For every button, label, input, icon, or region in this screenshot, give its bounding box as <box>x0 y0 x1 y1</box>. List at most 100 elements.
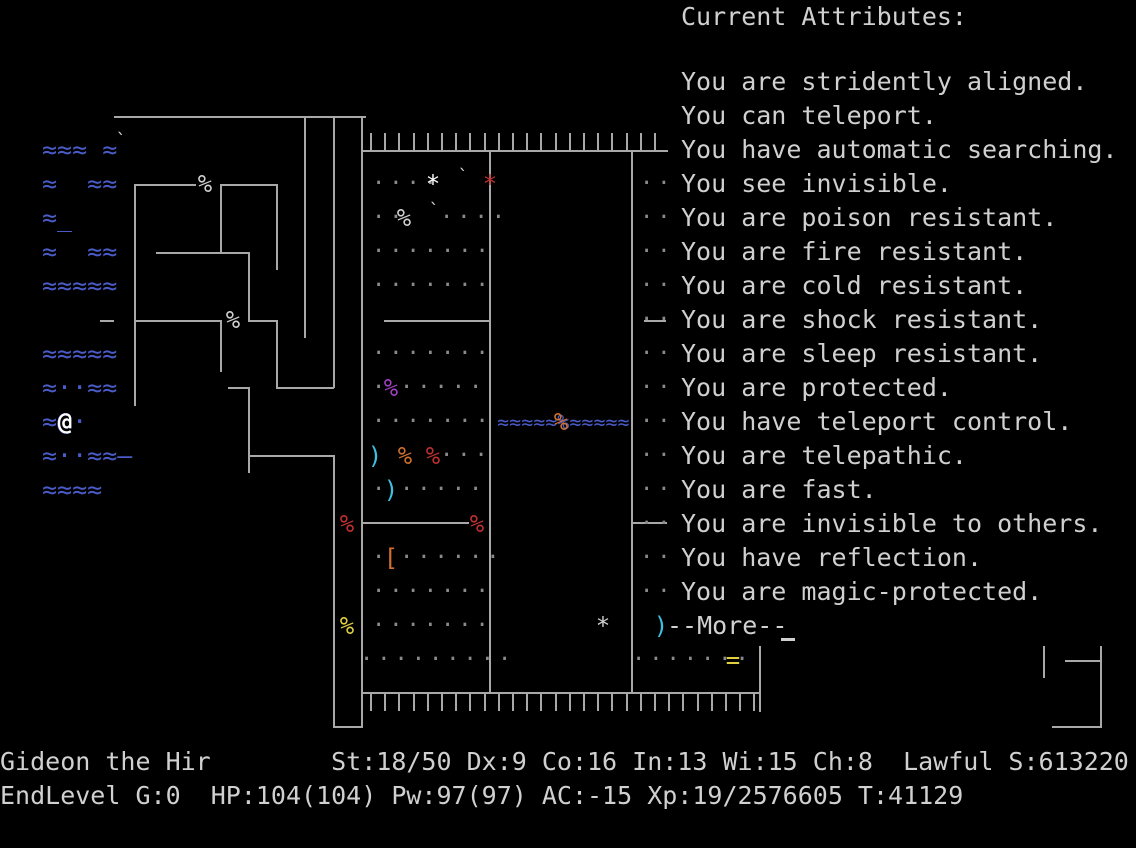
terminal-screen: ≈≈≈ ≈ ≈ ≈≈ ≈_ ≈ ≈≈ ≈≈≈≈≈ ≈≈≈≈≈ ≈··≈≈ ≈@·… <box>0 0 1136 848</box>
floor: ····· <box>400 477 487 502</box>
fortress-wall <box>759 646 761 712</box>
floor: ·· <box>640 341 675 366</box>
maze-wall <box>248 455 334 457</box>
maze-wall <box>134 184 196 186</box>
fence-bar <box>441 694 443 711</box>
fence-bar <box>540 133 543 150</box>
fence-bar <box>554 694 557 711</box>
fortress-wall <box>363 522 469 524</box>
floor: ···· <box>440 205 509 230</box>
fence-bar <box>597 694 600 711</box>
maze-wall <box>333 455 335 727</box>
fence-bar <box>370 133 372 150</box>
food-item: % <box>225 306 241 334</box>
attribute-line: You are cold resistant. <box>681 271 1028 300</box>
maze-wall <box>304 116 306 338</box>
water-row: ≈··≈≈— <box>42 441 133 470</box>
floor: ·· <box>640 375 675 400</box>
attribute-line: You are fast. <box>681 475 877 504</box>
floor: ·· <box>640 511 675 536</box>
fence-bar <box>654 133 656 150</box>
maze-wall <box>333 726 363 728</box>
status-line-1: Gideon the Hir St:18/50 Dx:9 Co:16 In:13… <box>0 747 1129 776</box>
fortress-wall <box>363 692 761 694</box>
floor: ·· <box>640 579 675 604</box>
more-prompt[interactable]: --More-- <box>667 609 787 643</box>
fence-bar <box>568 694 571 711</box>
food-item: % <box>396 204 412 232</box>
fence-bar <box>753 694 756 711</box>
attribute-line: You are telepathic. <box>681 441 967 470</box>
maze-wall <box>333 116 335 388</box>
food-item: % <box>339 612 355 640</box>
fence-bar <box>682 694 685 711</box>
attribute-line: You are stridently aligned. <box>681 67 1088 96</box>
food-item: % <box>397 442 413 470</box>
attribute-line: You are magic-protected. <box>681 577 1043 606</box>
fence-bar <box>426 133 429 150</box>
ring-item: = <box>725 646 741 674</box>
attribute-line: You are fire resistant. <box>681 237 1028 266</box>
floor: ······· <box>372 613 493 638</box>
food-item: % <box>197 170 213 198</box>
attribute-line: You are protected. <box>681 373 952 402</box>
fence-bar <box>526 694 529 711</box>
maze-wall <box>248 252 250 320</box>
floor: ······ <box>400 545 504 570</box>
fence-bar <box>512 133 514 150</box>
fence-bar <box>497 133 500 150</box>
fence-bar <box>710 694 713 711</box>
fortress-wall <box>631 150 633 694</box>
fence-bar <box>597 133 600 150</box>
fence-bar <box>483 133 486 150</box>
maze-wall <box>156 252 248 254</box>
maze-wall <box>100 320 114 322</box>
floor: ··· <box>440 443 492 468</box>
fence-bar <box>725 694 727 711</box>
boulder-rock: ` <box>457 166 469 187</box>
maze-wall <box>134 184 136 406</box>
maze-wall <box>361 116 363 728</box>
floor: ·· <box>640 409 675 434</box>
floor: ·· <box>640 443 675 468</box>
fence-bar <box>469 694 472 711</box>
fortress-wall <box>1065 660 1101 662</box>
water-row: ≈··≈≈ <box>42 373 118 402</box>
fence-bar <box>554 133 557 150</box>
fence-bar <box>639 694 642 711</box>
fence-bar <box>696 694 699 711</box>
fence-bar <box>412 133 415 150</box>
maze-wall <box>134 320 220 322</box>
fence-bar <box>483 694 486 711</box>
water-row: ≈≈≈ ≈ <box>42 135 118 164</box>
fence-bar <box>654 694 656 711</box>
floor: ·· <box>640 171 675 196</box>
floor: ······· <box>372 239 493 264</box>
weapon-item: ) <box>367 442 383 470</box>
maze-wall <box>276 320 278 388</box>
fence-bar <box>611 133 614 150</box>
floor: ·· <box>640 205 675 230</box>
floor: ······· <box>372 341 493 366</box>
attribute-line: You are sleep resistant. <box>681 339 1043 368</box>
floor: ·· <box>640 545 675 570</box>
water-row: ≈≈≈≈≈ <box>42 271 118 300</box>
fortress-wall <box>1052 726 1102 728</box>
water-row: ≈ ≈≈ <box>42 237 118 266</box>
attribute-line: You have teleport control. <box>681 407 1073 436</box>
fence-bar <box>512 694 514 711</box>
text-cursor <box>781 638 795 641</box>
fence-bar <box>568 133 571 150</box>
floor: ·· <box>640 477 675 502</box>
fence-bar <box>583 133 585 150</box>
maze-wall <box>114 116 366 118</box>
floor: ·· <box>640 307 675 332</box>
fence-bar <box>526 133 529 150</box>
fence-bar <box>639 133 642 150</box>
water-row: ≈_ <box>42 203 73 232</box>
maze-wall <box>276 184 278 270</box>
food-item: % <box>339 510 355 538</box>
attribute-line: You are invisible to others. <box>681 509 1103 538</box>
armor-item: [ <box>383 544 399 572</box>
gem-item: * <box>482 170 498 198</box>
